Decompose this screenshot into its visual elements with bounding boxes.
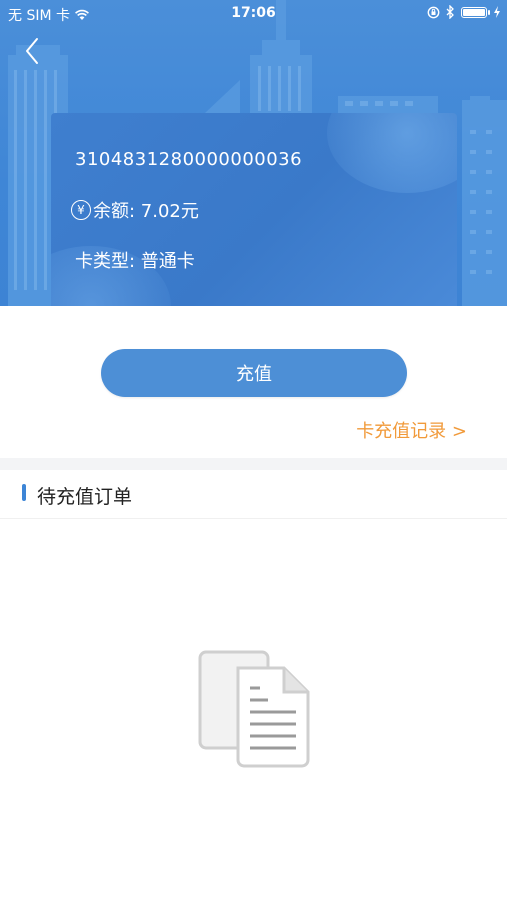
battery-icon [461,6,490,18]
chevron-left-icon [26,38,38,64]
status-right [427,5,501,19]
empty-documents-icon [198,650,310,768]
pending-orders-title: 待充值订单 [37,486,133,508]
bluetooth-icon [446,5,454,19]
balance-text: 余额: 7.02元 [93,201,199,222]
orientation-lock-icon [427,6,440,18]
section-accent-bar [22,484,26,501]
card-number: 3104831280000000036 [75,149,303,170]
transit-card: 3104831280000000036 ¥ 余额: 7.02元 卡类型: 普通卡 [51,113,457,306]
card-type: 卡类型: 普通卡 [75,251,195,272]
back-button[interactable] [18,36,48,66]
status-bar: 无 SIM 卡 17:06 [0,0,507,28]
section-divider [0,458,507,470]
hero-banner: 无 SIM 卡 17:06 3104831280000000036 ¥ 余额: … [0,0,507,306]
charging-icon [494,6,500,18]
recharge-records-link[interactable]: 卡充值记录 > [356,417,467,443]
pending-orders-header: 待充值订单 [0,470,507,519]
card-glow [327,113,457,193]
card-balance: ¥ 余额: 7.02元 [71,197,199,223]
yen-icon: ¥ [71,200,91,220]
recharge-button[interactable]: 充值 [101,349,407,397]
